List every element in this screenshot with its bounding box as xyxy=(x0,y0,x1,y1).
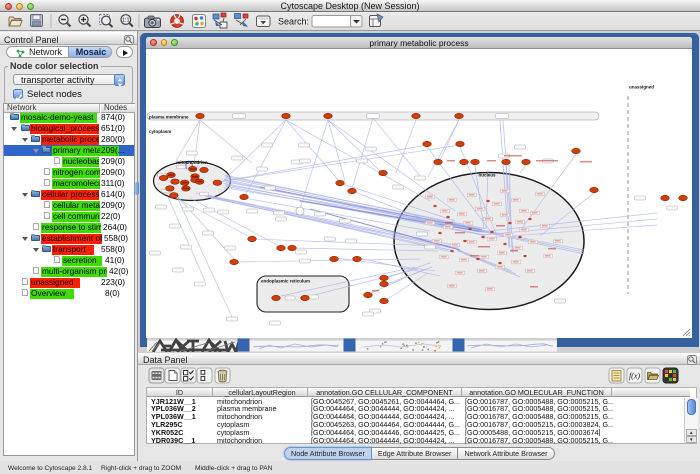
svg-text:endoplasmic reticulum: endoplasmic reticulum xyxy=(261,278,310,283)
svg-text:unassigned: unassigned xyxy=(629,84,654,89)
svg-text:cytoplasm: cytoplasm xyxy=(149,129,171,134)
svg-text:1:1: 1:1 xyxy=(122,18,130,24)
svg-text:f(x): f(x) xyxy=(629,372,640,381)
svg-text:plasma membrane: plasma membrane xyxy=(149,114,189,119)
svg-text:Search:: Search: xyxy=(278,17,309,27)
svg-text:mitochondrion: mitochondrion xyxy=(176,159,208,164)
svg-text:nucleus: nucleus xyxy=(478,172,496,177)
